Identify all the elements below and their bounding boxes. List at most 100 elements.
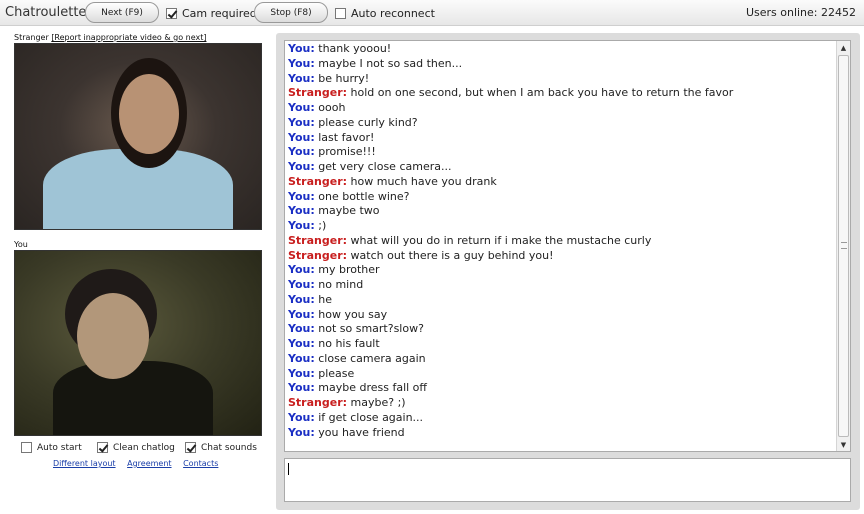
footer-links: Different layout Agreement Contacts (53, 459, 227, 468)
chat-message: You: last favor! (285, 131, 850, 146)
chat-message: You: thank yooou! (285, 42, 850, 57)
chat-message: Stranger: hold on one second, but when I… (285, 86, 850, 101)
chat-message: You: close camera again (285, 352, 850, 367)
different-layout-link[interactable]: Different layout (53, 459, 116, 468)
chat-sounds-toggle[interactable]: Chat sounds (185, 442, 257, 453)
message-sender: Stranger: (288, 174, 348, 188)
message-text: thank yooou! (318, 42, 392, 55)
message-sender: You: (288, 71, 315, 85)
clean-chatlog-toggle[interactable]: Clean chatlog (97, 442, 175, 453)
contacts-link[interactable]: Contacts (183, 459, 218, 468)
cam-required-toggle[interactable]: Cam required (166, 7, 257, 20)
message-text: get very close camera... (318, 160, 452, 173)
chat-message: You: my brother (285, 263, 850, 278)
chat-message: You: how you say (285, 308, 850, 323)
message-text: no his fault (318, 337, 380, 350)
you-label: You (14, 240, 28, 249)
message-sender: Stranger: (288, 248, 348, 262)
message-sender: You: (288, 160, 315, 173)
message-sender: You: (288, 101, 315, 114)
your-top (53, 361, 213, 435)
report-link[interactable]: [Report inappropriate video & go next] (51, 33, 206, 42)
chat-message: You: get very close camera... (285, 160, 850, 175)
chat-log[interactable]: You: thank yooou! You: maybe I not so sad… (284, 40, 851, 452)
chat-message: You: oooh (285, 101, 850, 116)
message-sender: You: (288, 130, 315, 144)
auto-start-label: Auto start (37, 442, 82, 453)
chat-message: You: please (285, 367, 850, 382)
chat-message: You: maybe dress fall off (285, 381, 850, 396)
chat-message: You: maybe two (285, 204, 850, 219)
message-text: maybe I not so sad then... (318, 56, 463, 70)
chat-message: Stranger: watch out there is a guy behin… (285, 249, 850, 264)
video-options: Auto start Clean chatlog Chat sounds (18, 440, 268, 454)
scroll-down-arrow-icon[interactable]: ▼ (837, 438, 850, 451)
message-sender: You: (288, 410, 315, 424)
cam-required-checkbox[interactable] (166, 8, 177, 19)
message-sender: You: (288, 42, 315, 55)
scroll-thumb[interactable] (838, 55, 849, 437)
message-text: close camera again (318, 351, 426, 365)
stop-button[interactable]: Stop (F8) (254, 2, 328, 23)
message-sender: Stranger: (288, 233, 348, 247)
your-video (14, 250, 262, 436)
message-text: no mind (318, 278, 364, 291)
message-text: if get close again... (318, 410, 424, 424)
message-sender: You: (288, 351, 315, 365)
stranger-video (14, 43, 262, 230)
message-sender: You: (288, 307, 315, 321)
message-text: how you say (318, 307, 388, 321)
message-sender: Stranger: (288, 396, 348, 409)
message-text: watch out there is a guy behind you! (350, 248, 554, 262)
message-text: he (318, 292, 332, 306)
auto-start-toggle[interactable]: Auto start (21, 442, 82, 453)
message-text: be hurry! (318, 71, 370, 85)
chat-message: You: maybe I not so sad then... (285, 57, 850, 72)
auto-start-checkbox[interactable] (21, 442, 32, 453)
scrollbar[interactable]: ▲ ▼ (836, 41, 850, 451)
message-text: please (318, 366, 355, 380)
clean-chatlog-checkbox[interactable] (97, 442, 108, 453)
message-text: my brother (318, 263, 380, 277)
chat-message: Stranger: what will you do in return if … (285, 234, 850, 249)
message-text: hold on one second, but when I am back y… (350, 86, 734, 100)
message-list: You: thank yooou! You: maybe I not so sad… (285, 41, 850, 440)
message-sender: You: (288, 189, 315, 203)
message-sender: You: (288, 115, 315, 129)
chat-sounds-checkbox[interactable] (185, 442, 196, 453)
your-face (77, 293, 149, 379)
scroll-up-arrow-icon[interactable]: ▲ (837, 41, 850, 54)
chat-sounds-label: Chat sounds (201, 442, 257, 453)
message-text: maybe? ;) (350, 396, 406, 409)
chat-message: You: no mind (285, 278, 850, 293)
message-sender: You: (288, 56, 315, 70)
chat-message: You: no his fault (285, 337, 850, 352)
next-button[interactable]: Next (F9) (85, 2, 159, 23)
chat-message: You: not so smart?slow? (285, 322, 850, 337)
message-sender: You: (288, 425, 315, 439)
stranger-label: Stranger (14, 33, 49, 42)
message-text: please curly kind? (318, 115, 418, 129)
clean-chatlog-label: Clean chatlog (113, 442, 175, 453)
message-text: how much have you drank (350, 174, 497, 188)
scroll-grip-icon (841, 242, 847, 249)
message-sender: You: (288, 204, 315, 218)
chat-message: You: ;) (285, 219, 850, 234)
users-online: Users online: 22452 (745, 6, 856, 19)
message-text: not so smart?slow? (318, 322, 424, 336)
message-text: maybe two (318, 204, 380, 218)
message-text: promise!!! (318, 145, 376, 159)
chat-message: You: please curly kind? (285, 116, 850, 131)
chat-message: You: promise!!! (285, 145, 850, 160)
auto-reconnect-checkbox[interactable] (335, 8, 346, 19)
message-sender: You: (288, 145, 315, 159)
message-text: you have friend (318, 425, 405, 439)
chat-input[interactable] (284, 458, 851, 502)
message-text: maybe dress fall off (318, 381, 427, 395)
auto-reconnect-toggle[interactable]: Auto reconnect (335, 7, 435, 20)
agreement-link[interactable]: Agreement (127, 459, 171, 468)
chat-message: Stranger: maybe? ;) (285, 396, 850, 411)
message-sender: You: (288, 263, 315, 277)
message-sender: Stranger: (288, 86, 348, 100)
message-sender: You: (288, 292, 315, 306)
